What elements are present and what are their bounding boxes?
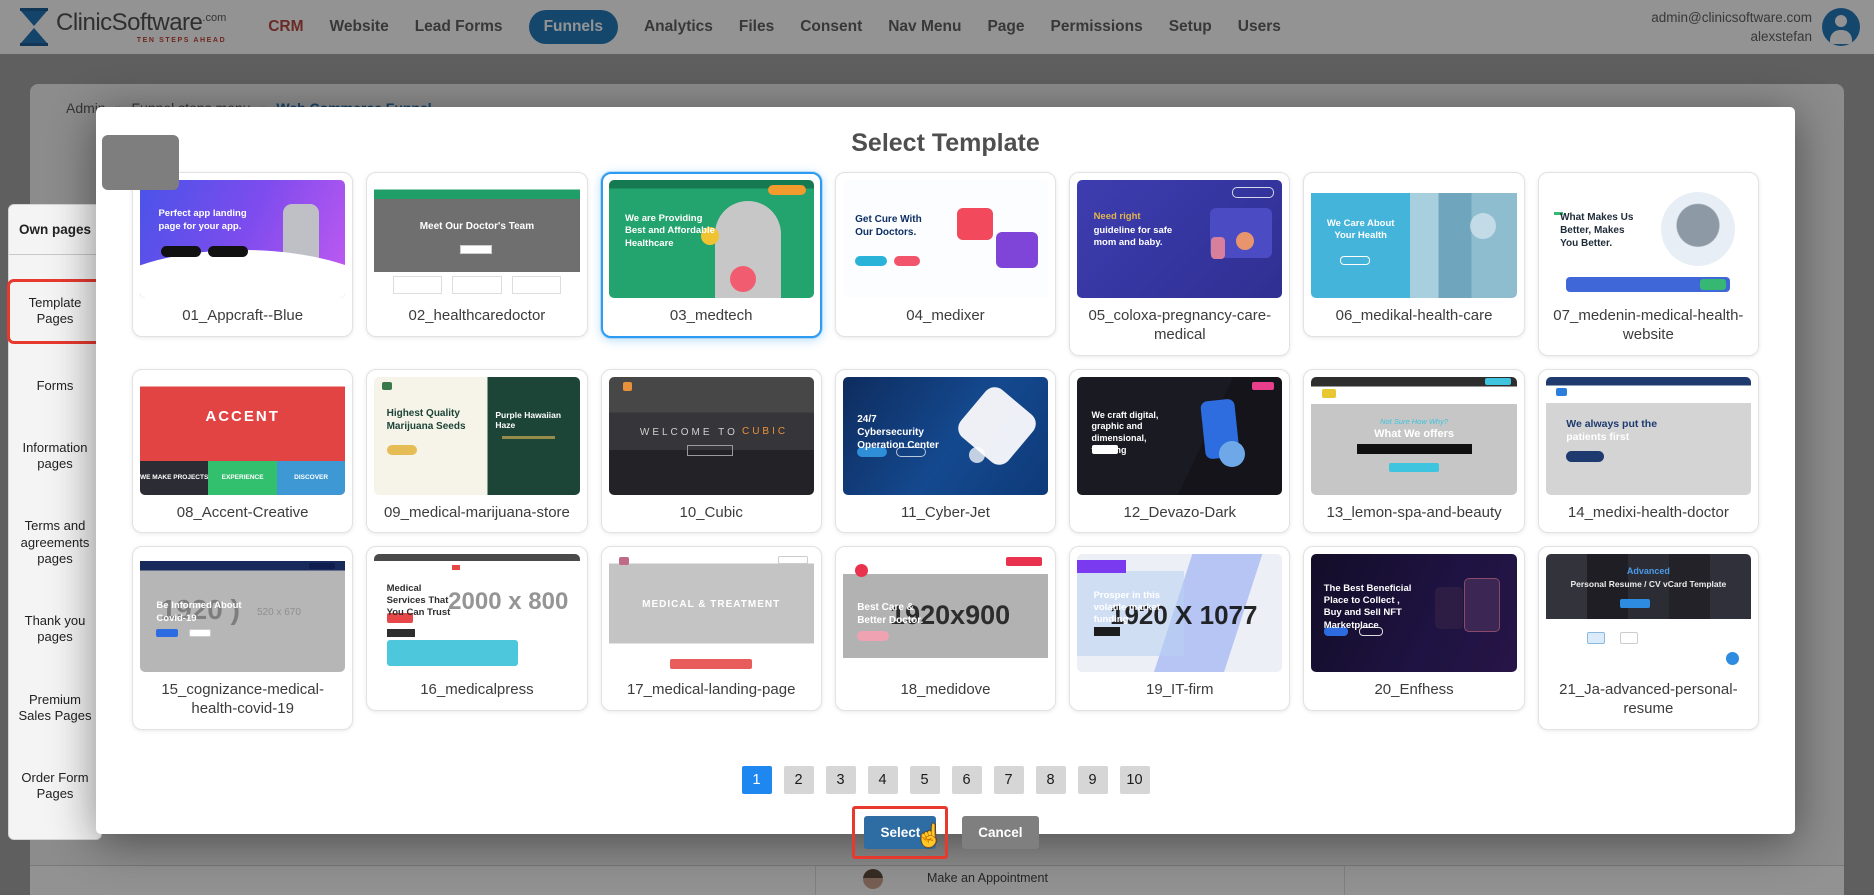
page-button-9[interactable]: 9 (1078, 766, 1108, 794)
template-name: 12_Devazo-Dark (1077, 495, 1282, 533)
template-thumbnail: Prosper in this volatile market funding1… (1077, 554, 1282, 672)
sidebar-item-order-form-pages[interactable]: Order Form Pages (9, 760, 101, 813)
template-name: 18_medidove (843, 672, 1048, 710)
template-card-21-ja-advanced-personal-resume[interactable]: AdvancedPersonal Resume / CV vCard Templ… (1538, 546, 1759, 730)
template-card-01-appcraft-blue[interactable]: Perfect app landing page for your app. 0… (132, 172, 353, 337)
pagination: 123456789 10 (132, 766, 1759, 794)
template-name: 11_Cyber-Jet (843, 495, 1048, 533)
select-button[interactable]: Select (864, 816, 936, 849)
template-thumbnail: Highest Quality Marijuana SeedsPurple Ha… (374, 377, 579, 495)
page-button-1[interactable]: 1 (742, 766, 772, 794)
template-thumbnail: Be Informed About Covid-191920 )520 x 67… (140, 554, 345, 672)
template-card-03-medtech[interactable]: We are Providing Best and Affordable Hea… (601, 172, 822, 338)
template-name: 19_IT-firm (1077, 672, 1282, 710)
page-button-7[interactable]: 7 (994, 766, 1024, 794)
template-card-19-it-firm[interactable]: Prosper in this volatile market funding1… (1069, 546, 1290, 711)
modal-buttons: Select ☝ Cancel (132, 806, 1759, 859)
template-name: 16_medicalpress (374, 672, 579, 710)
template-card-06-medikal-health-care[interactable]: We Care About Your Health 06_medikal-hea… (1303, 172, 1524, 337)
page-button-8[interactable]: 8 (1036, 766, 1066, 794)
sidebar-item-information-pages[interactable]: Information pages (9, 430, 101, 483)
template-thumbnail: MEDICAL & TREATMENT (609, 554, 814, 672)
template-thumbnail: AdvancedPersonal Resume / CV vCard Templ… (1546, 554, 1751, 672)
template-card-15-cognizance-medical-health-covid-19[interactable]: Be Informed About Covid-191920 )520 x 67… (132, 546, 353, 730)
sidebar-items: Template Pages Forms Information pages Term… (9, 281, 101, 813)
page-button-2[interactable]: 2 (784, 766, 814, 794)
template-card-08-accent-creative[interactable]: ACCENTWE MAKE PROJECTSEXPERIENCEDISCOVER… (132, 369, 353, 534)
template-card-04-medixer[interactable]: Get Cure With Our Doctors. 04_medixer (835, 172, 1056, 337)
template-thumbnail: ACCENTWE MAKE PROJECTSEXPERIENCEDISCOVER (140, 377, 345, 495)
template-name: 02_healthcaredoctor (374, 298, 579, 336)
template-card-11-cyber-jet[interactable]: 24/7 Cybersecurity Operation Center 11_C… (835, 369, 1056, 534)
template-name: 14_medixi-health-doctor (1546, 495, 1751, 533)
template-card-10-cubic[interactable]: CUBICWELCOME TO 10_Cubic (601, 369, 822, 534)
sidebar-item-forms[interactable]: Forms (9, 368, 101, 404)
template-card-02-healthcaredoctor[interactable]: Meet Our Doctor's Team 02_healthcaredoct… (366, 172, 587, 337)
template-thumbnail: Get Cure With Our Doctors. (843, 180, 1048, 298)
sidebar-header-own-pages[interactable]: Own pages (9, 205, 101, 255)
pages-sidebar: Own pages Template Pages Forms Information… (8, 204, 102, 840)
page-button-3[interactable]: 3 (826, 766, 856, 794)
template-name: 10_Cubic (609, 495, 814, 533)
template-thumbnail: What Makes Us Better, Makes You Better. (1546, 180, 1751, 298)
template-card-07-medenin-medical-health-website[interactable]: What Makes Us Better, Makes You Better. … (1538, 172, 1759, 356)
template-thumbnail: Perfect app landing page for your app. (140, 180, 345, 298)
select-template-modal: Select Template Perfect app landing page… (96, 107, 1795, 834)
template-card-09-medical-marijuana-store[interactable]: Highest Quality Marijuana SeedsPurple Ha… (366, 369, 587, 534)
template-thumbnail: The Best Beneficial Place to Collect , B… (1311, 554, 1516, 672)
cancel-button[interactable]: Cancel (962, 816, 1038, 849)
template-card-17-medical-landing-page[interactable]: MEDICAL & TREATMENT 17_medical-landing-p… (601, 546, 822, 711)
template-grid: Perfect app landing page for your app. 0… (132, 172, 1759, 730)
template-thumbnail: We always put thepatients first (1546, 377, 1751, 495)
template-thumbnail: Best Care & Better Doctor.1920x900 (843, 554, 1048, 672)
template-card-16-medicalpress[interactable]: Medical Services That You Can Trust2000 … (366, 546, 587, 711)
template-name: 01_Appcraft--Blue (140, 298, 345, 336)
template-name: 04_medixer (843, 298, 1048, 336)
template-name: 03_medtech (609, 298, 814, 336)
template-thumbnail: Medical Services That You Can Trust2000 … (374, 554, 579, 672)
template-name: 09_medical-marijuana-store (374, 495, 579, 533)
template-name: 05_coloxa-pregnancy-care-medical (1077, 298, 1282, 355)
select-button-highlight: Select ☝ (852, 806, 948, 859)
template-thumbnail: Not Sure How Why?What We offers (1311, 377, 1516, 495)
dimmed-page-button (102, 135, 179, 190)
template-name: 17_medical-landing-page (609, 672, 814, 710)
screen: ClinicSoftware.com TEN STEPS AHEAD CRMWe… (0, 0, 1874, 895)
page-button-5[interactable]: 5 (910, 766, 940, 794)
template-name: 08_Accent-Creative (140, 495, 345, 533)
page-button-6[interactable]: 6 (952, 766, 982, 794)
page-button-10[interactable]: 10 (1120, 766, 1150, 794)
sidebar-item-thank-you-pages[interactable]: Thank you pages (9, 603, 101, 656)
sidebar-item-premium-sales-pages[interactable]: Premium Sales Pages (9, 682, 101, 735)
template-card-13-lemon-spa-and-beauty[interactable]: Not Sure How Why?What We offers 13_lemon… (1303, 369, 1524, 534)
template-thumbnail: We Care About Your Health (1311, 180, 1516, 298)
sidebar-item-terms-and-agreements-pages[interactable]: Terms and agreements pages (9, 508, 101, 577)
template-name: 06_medikal-health-care (1311, 298, 1516, 336)
template-name: 07_medenin-medical-health-website (1546, 298, 1751, 355)
template-thumbnail: We are Providing Best and Affordable Hea… (609, 180, 814, 298)
template-thumbnail: Need rightguideline for safe mom and bab… (1077, 180, 1282, 298)
template-card-18-medidove[interactable]: Best Care & Better Doctor.1920x900 18_me… (835, 546, 1056, 711)
template-thumbnail: 24/7 Cybersecurity Operation Center (843, 377, 1048, 495)
sidebar-item-template-pages[interactable]: Template Pages (9, 281, 101, 342)
template-name: 20_Enfhess (1311, 672, 1516, 710)
template-card-20-enfhess[interactable]: The Best Beneficial Place to Collect , B… (1303, 546, 1524, 711)
modal-title: Select Template (132, 129, 1759, 158)
template-name: 13_lemon-spa-and-beauty (1311, 495, 1516, 533)
template-card-12-devazo-dark[interactable]: We craft digital, graphic and dimensiona… (1069, 369, 1290, 534)
template-card-05-coloxa-pregnancy-care-medical[interactable]: Need rightguideline for safe mom and bab… (1069, 172, 1290, 356)
template-thumbnail: CUBICWELCOME TO (609, 377, 814, 495)
template-thumbnail: We craft digital, graphic and dimensiona… (1077, 377, 1282, 495)
template-name: 15_cognizance-medical-health-covid-19 (140, 672, 345, 729)
page-button-4[interactable]: 4 (868, 766, 898, 794)
template-thumbnail: Meet Our Doctor's Team (374, 180, 579, 298)
template-name: 21_Ja-advanced-personal-resume (1546, 672, 1751, 729)
template-card-14-medixi-health-doctor[interactable]: We always put thepatients first 14_medix… (1538, 369, 1759, 534)
